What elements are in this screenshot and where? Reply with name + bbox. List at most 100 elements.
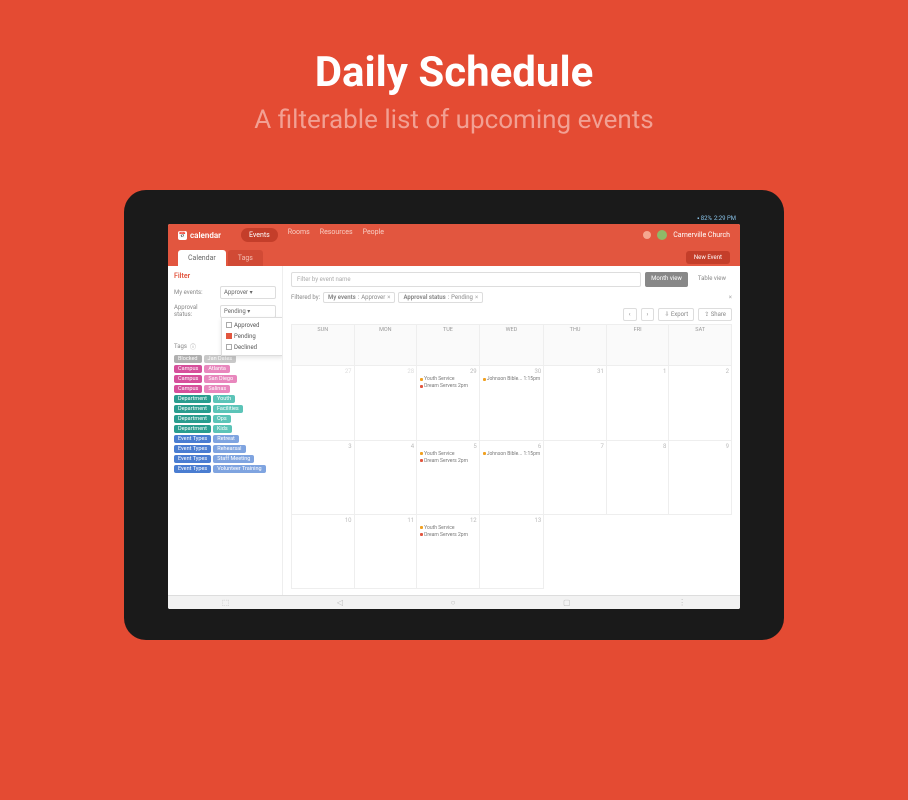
cal-cell[interactable]: 8 (607, 441, 670, 515)
cal-event[interactable]: Dream Servers 2pm (419, 458, 477, 464)
cal-date: 6 (482, 443, 542, 450)
tag-row[interactable]: CampusSan Diego (174, 375, 276, 383)
notification-icon[interactable] (643, 231, 651, 239)
tab-calendar[interactable]: Calendar (178, 250, 226, 266)
tag-row[interactable]: Event TypesStaff Meeting (174, 455, 276, 463)
tag-category: Department (174, 425, 211, 433)
cal-cell[interactable]: 3 (292, 441, 355, 515)
cal-cell[interactable]: 2 (669, 366, 732, 440)
approval-select[interactable]: Pending ▾ Approved Pending Declined (220, 305, 276, 318)
filter-heading: Filter (174, 272, 276, 280)
cal-event[interactable]: Dream Servers 2pm (419, 383, 477, 389)
tag-value: Staff Meeting (213, 455, 254, 463)
cal-cell[interactable]: 12Youth ServiceDream Servers 2pm (417, 515, 480, 589)
tablet-frame: ▪ 82% 2:29 PM 📅 calendar Events Rooms Re… (124, 190, 784, 640)
cal-cell[interactable]: 31 (544, 366, 607, 440)
my-events-select[interactable]: Approver ▾ (220, 286, 276, 299)
cal-event[interactable]: Youth Service (419, 525, 477, 531)
tag-value: Ops (213, 415, 231, 423)
tags-help-icon[interactable]: ⓘ (190, 342, 196, 351)
cal-cell[interactable]: 1 (607, 366, 670, 440)
share-button[interactable]: ⇪ Share (698, 308, 732, 321)
cal-cell[interactable]: 10 (292, 515, 355, 589)
home-icon[interactable]: ○ (451, 598, 456, 607)
tag-row[interactable]: CampusSalinas (174, 385, 276, 393)
tag-category: Department (174, 405, 211, 413)
close-icon[interactable]: × (475, 294, 478, 301)
approval-label: Approval status: (174, 304, 216, 318)
nav-rooms[interactable]: Rooms (288, 228, 310, 242)
tag-category: Campus (174, 375, 202, 383)
tag-row[interactable]: DepartmentKids (174, 425, 276, 433)
close-icon[interactable]: × (387, 294, 390, 301)
filter-chip[interactable]: My events: Approver × (323, 292, 395, 303)
tag-row[interactable]: DepartmentFacilities (174, 405, 276, 413)
cal-event[interactable]: Johnson Bible... 1:15pm (482, 451, 542, 457)
cal-date: 5 (419, 443, 477, 450)
back-icon[interactable]: ◁ (337, 598, 343, 607)
recent-apps-icon[interactable]: ⬚ (222, 598, 230, 607)
overview-icon[interactable]: ▢ (563, 598, 571, 607)
cal-day-header: FRI (607, 325, 670, 366)
nav-resources[interactable]: Resources (320, 228, 353, 242)
cal-event[interactable]: Youth Service (419, 451, 477, 457)
tag-value: Kids (213, 425, 232, 433)
cal-prev-button[interactable]: ‹ (623, 308, 637, 321)
dropdown-declined[interactable]: Declined (224, 342, 280, 353)
cal-cell[interactable]: 11 (355, 515, 418, 589)
cal-cell[interactable]: 30Johnson Bible... 1:15pm (480, 366, 545, 440)
search-input[interactable]: Filter by event name (291, 272, 641, 287)
cal-cell[interactable]: 9 (669, 441, 732, 515)
cal-date: 13 (482, 517, 542, 524)
tag-row[interactable]: Event TypesRetreat (174, 435, 276, 443)
cal-event[interactable]: Johnson Bible... 1:15pm (482, 376, 542, 382)
nav-events[interactable]: Events (241, 228, 278, 242)
cal-cell[interactable]: 6Johnson Bible... 1:15pm (480, 441, 545, 515)
status-bar: ▪ 82% 2:29 PM (168, 212, 740, 224)
app-logo[interactable]: 📅 calendar (178, 231, 221, 240)
cal-cell[interactable]: 27 (292, 366, 355, 440)
tag-category: Event Types (174, 435, 211, 443)
clear-filters-icon[interactable]: × (729, 294, 732, 301)
cal-event[interactable]: Dream Servers 2pm (419, 532, 477, 538)
tag-row[interactable]: DepartmentYouth (174, 395, 276, 403)
dropdown-pending[interactable]: Pending (224, 331, 280, 342)
org-name[interactable]: Carnerville Church (673, 231, 730, 239)
tag-row[interactable]: Event TypesRehearsal (174, 445, 276, 453)
calendar-grid: SUNMONTUEWEDTHUFRISAT272829Youth Service… (291, 324, 732, 589)
month-view-button[interactable]: Month view (645, 272, 688, 287)
tag-row[interactable]: DepartmentOps (174, 415, 276, 423)
cal-cell[interactable]: 29Youth ServiceDream Servers 2pm (417, 366, 480, 440)
tag-row[interactable]: BlockedJan Dates (174, 355, 276, 363)
cal-cell[interactable]: 4 (355, 441, 418, 515)
cal-date: 9 (671, 443, 729, 450)
tag-value: Rehearsal (213, 445, 245, 453)
export-button[interactable]: ⇩ Export (658, 308, 694, 321)
tab-tags[interactable]: Tags (228, 250, 263, 266)
cal-cell[interactable]: 7 (544, 441, 607, 515)
status-time: 2:29 PM (714, 215, 736, 222)
battery-text: ▪ 82% (697, 215, 712, 222)
cal-next-button[interactable]: › (641, 308, 655, 321)
menu-icon[interactable]: ⋮ (678, 598, 686, 607)
cal-day-header: TUE (417, 325, 480, 366)
cal-cell[interactable]: 13 (480, 515, 545, 589)
tab-row: Calendar Tags New Event (168, 246, 740, 266)
cal-date: 29 (419, 368, 477, 375)
avatar[interactable] (657, 230, 667, 240)
tag-row[interactable]: CampusAtlanta (174, 365, 276, 373)
nav-people[interactable]: People (363, 228, 384, 242)
dropdown-approved[interactable]: Approved (224, 320, 280, 331)
cal-event[interactable]: Youth Service (419, 376, 477, 382)
cal-cell[interactable]: 28 (355, 366, 418, 440)
content-area: Filter by event name Month view Table vi… (283, 266, 740, 595)
tag-category: Event Types (174, 465, 211, 473)
tag-row[interactable]: Event TypesVolunteer Training (174, 465, 276, 473)
new-event-button[interactable]: New Event (686, 251, 730, 264)
filter-chips: Filtered by: My events: Approver × Appro… (291, 292, 732, 303)
filter-chip[interactable]: Approval status: Pending × (398, 292, 483, 303)
tag-value: Youth (213, 395, 235, 403)
table-view-button[interactable]: Table view (692, 272, 732, 287)
cal-cell[interactable]: 5Youth ServiceDream Servers 2pm (417, 441, 480, 515)
tag-category: Event Types (174, 455, 211, 463)
